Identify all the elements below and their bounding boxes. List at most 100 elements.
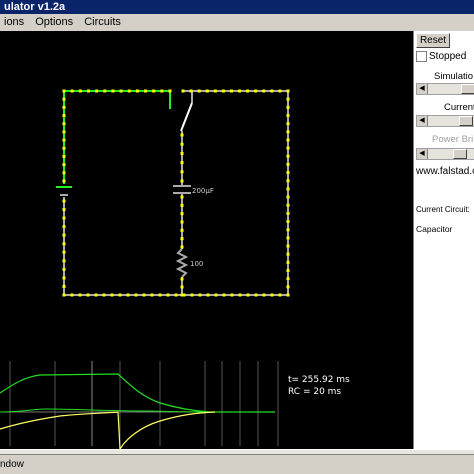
current-dot — [286, 293, 290, 297]
current-dot — [246, 293, 250, 297]
scope-time-readout: t= 255.92 ms — [288, 375, 350, 385]
menu-bar: ions Options Circuits — [0, 14, 474, 31]
current-dot — [62, 138, 66, 142]
current-dot — [189, 89, 193, 93]
power-brightness-slider[interactable]: ◀ — [416, 148, 474, 160]
current-dot — [286, 179, 290, 183]
current-dot — [78, 89, 82, 93]
arrow-left-icon[interactable]: ◀ — [417, 84, 428, 94]
current-dot — [213, 89, 217, 93]
arrow-left-icon[interactable]: ◀ — [417, 116, 428, 126]
current-dot — [278, 293, 282, 297]
current-dot — [62, 216, 66, 220]
checkbox-box[interactable] — [416, 51, 427, 62]
current-dot — [286, 252, 290, 256]
slider-thumb[interactable] — [461, 84, 474, 94]
current-dot — [230, 293, 234, 297]
current-dot — [160, 89, 164, 93]
current-speed-label: Current — [444, 102, 474, 113]
current-dot — [222, 293, 226, 297]
current-dot — [62, 276, 66, 280]
current-dot — [62, 114, 66, 118]
current-dot — [286, 130, 290, 134]
current-dot — [254, 89, 258, 93]
power-brightness-label: Power Bri — [432, 134, 474, 145]
current-dot — [198, 293, 202, 297]
window-title: ulator v1.2a — [4, 1, 66, 13]
current-dot — [286, 154, 290, 158]
current-dot — [135, 89, 139, 93]
current-dot — [286, 105, 290, 109]
current-dot — [62, 171, 66, 175]
current-dot — [229, 89, 233, 93]
current-dot — [144, 89, 148, 93]
resistor-label: 100 — [190, 260, 203, 268]
current-dot — [254, 293, 258, 297]
current-dot — [286, 138, 290, 142]
menu-item-functions[interactable]: ions — [0, 14, 28, 31]
current-dot — [286, 203, 290, 207]
current-dot — [205, 89, 209, 93]
website-link[interactable]: www.falstad.c — [416, 166, 474, 177]
current-dot — [286, 220, 290, 224]
current-dot — [62, 122, 66, 126]
arrow-left-icon[interactable]: ◀ — [417, 149, 428, 159]
current-dot — [95, 89, 99, 93]
slider-thumb[interactable] — [453, 149, 467, 159]
current-dot — [180, 228, 184, 232]
menu-item-options[interactable]: Options — [31, 14, 77, 31]
current-speed-slider[interactable]: ◀ — [416, 115, 474, 127]
capacitor-component[interactable]: 200µF — [173, 185, 214, 249]
current-dot — [126, 293, 130, 297]
menu-item-circuits[interactable]: Circuits — [80, 14, 125, 31]
scope-rc-readout: RC = 20 ms — [288, 387, 341, 397]
current-dot — [62, 179, 66, 183]
current-dot — [286, 244, 290, 248]
current-dot — [86, 89, 90, 93]
current-dot — [102, 293, 106, 297]
current-dot — [62, 199, 66, 203]
current-dot — [286, 146, 290, 150]
current-dot — [180, 277, 184, 281]
current-dot — [62, 267, 66, 271]
current-dot — [180, 151, 184, 155]
current-dot — [62, 225, 66, 229]
battery-branch[interactable] — [63, 90, 171, 295]
slider-thumb[interactable] — [459, 116, 473, 126]
current-dot — [166, 293, 170, 297]
current-dot — [180, 195, 184, 199]
capacitor-label: 200µF — [192, 187, 214, 195]
scope-current-trace — [0, 411, 216, 449]
current-dot — [150, 293, 154, 297]
current-dot — [180, 133, 184, 137]
switch-component[interactable] — [180, 90, 288, 186]
current-dot — [286, 236, 290, 240]
current-dot — [119, 89, 123, 93]
current-dot — [78, 293, 82, 297]
current-dot — [62, 242, 66, 246]
current-dot — [197, 89, 201, 93]
current-circuit-label: Current Circuit: — [416, 205, 470, 214]
circuit-canvas[interactable]: 200µF 100 t= 255.92 ms RC = 20 ms — [0, 31, 413, 449]
current-dot — [174, 293, 178, 297]
current-dot — [286, 285, 290, 289]
current-dot — [286, 97, 290, 101]
current-dot — [142, 293, 146, 297]
current-dot — [286, 195, 290, 199]
stopped-checkbox[interactable]: Stopped — [416, 51, 466, 63]
current-dot — [278, 89, 282, 93]
current-dot — [62, 250, 66, 254]
current-dot — [286, 211, 290, 215]
reset-button[interactable]: Reset — [416, 33, 450, 48]
current-dot — [158, 293, 162, 297]
current-dot — [70, 293, 74, 297]
current-dot — [62, 163, 66, 167]
current-dot — [238, 89, 242, 93]
current-dot — [270, 89, 274, 93]
current-dot — [180, 293, 184, 297]
simulation-speed-slider[interactable]: ◀ — [416, 83, 474, 95]
simulation-speed-label: Simulatio — [434, 71, 474, 82]
status-bar: ndow — [0, 455, 474, 474]
current-dot — [286, 277, 290, 281]
battery-symbol[interactable] — [56, 186, 72, 196]
